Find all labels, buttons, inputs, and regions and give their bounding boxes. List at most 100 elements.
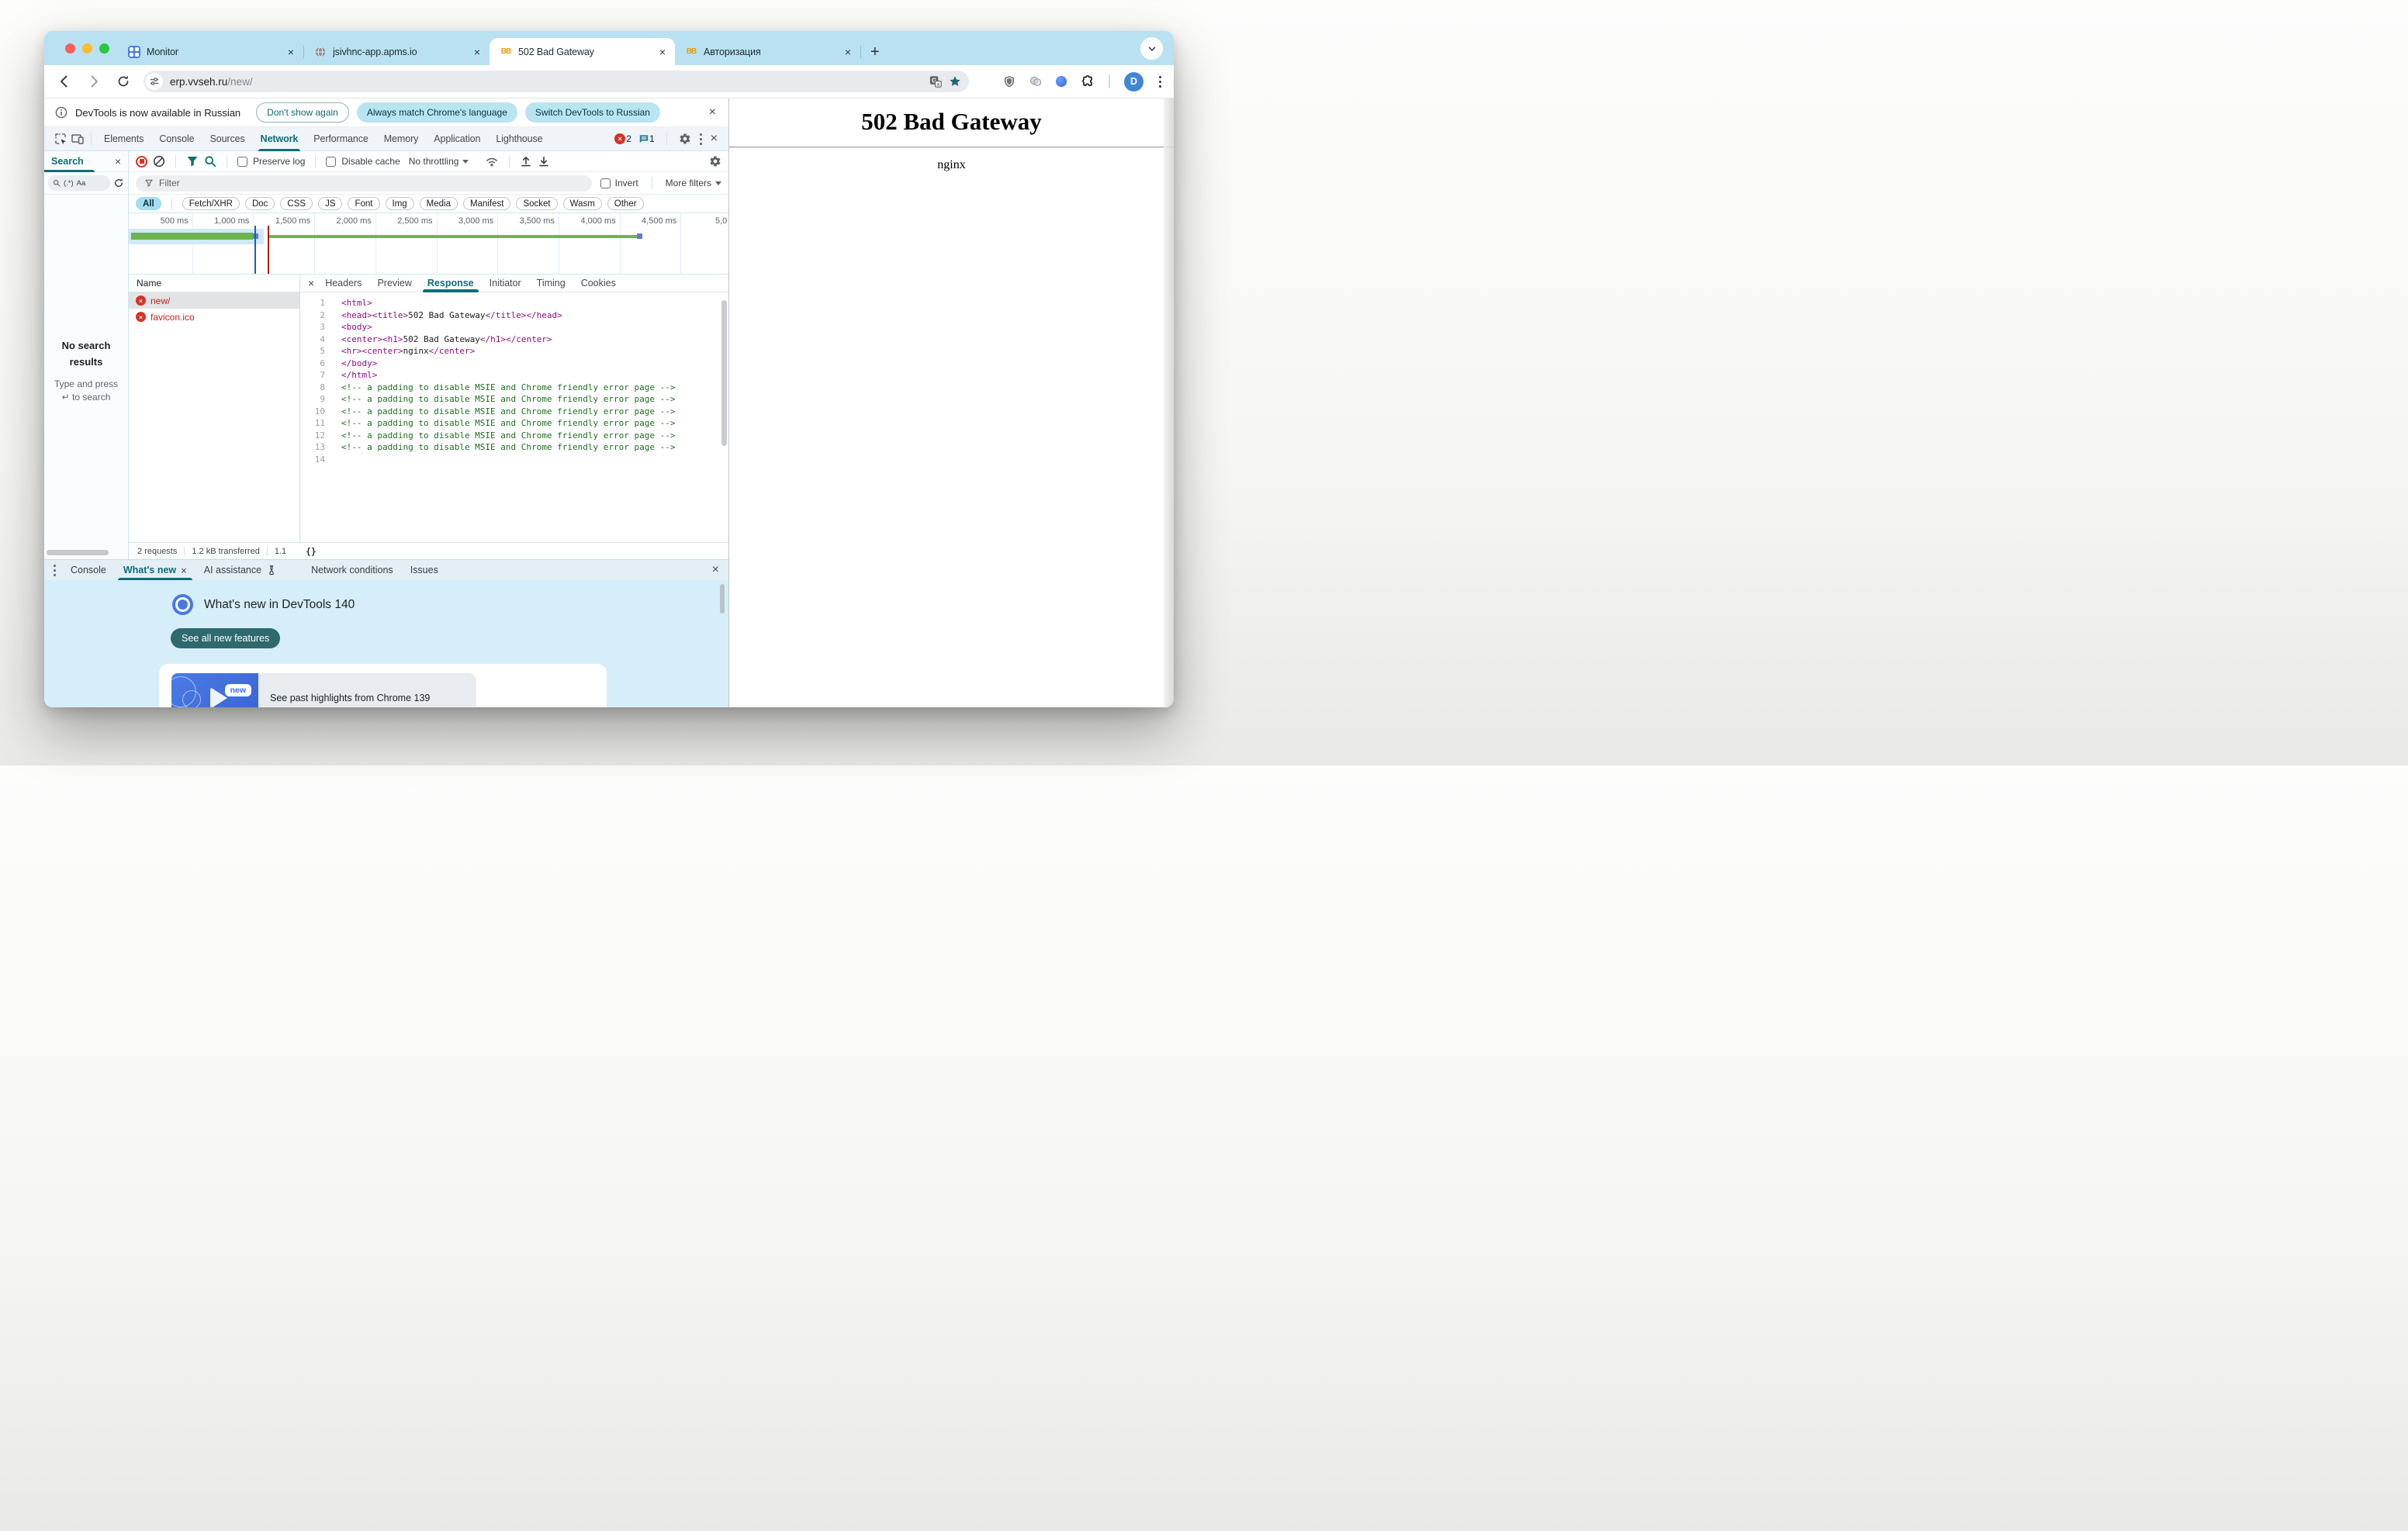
tab-headers[interactable]: Headers [317, 275, 369, 292]
address-bar[interactable]: erp.vvseh.ru/new/ [144, 71, 969, 92]
drawer-close-icon[interactable]: × [712, 564, 719, 576]
shield-extension-icon[interactable] [1003, 75, 1015, 88]
match-language-button[interactable]: Always match Chrome's language [357, 102, 517, 123]
export-har-icon[interactable] [538, 155, 550, 168]
back-button[interactable] [55, 72, 74, 91]
tab-close-icon[interactable]: × [842, 46, 854, 58]
devtools-tab-lighthouse[interactable]: Lighthouse [488, 127, 550, 151]
invert-checkbox[interactable] [600, 178, 611, 188]
highlight-link[interactable]: See past highlights from Chrome 139 [270, 693, 430, 703]
browser-tab-3[interactable]: ВВАвторизация× [675, 38, 860, 65]
clear-network-log-icon[interactable] [153, 155, 165, 168]
filter-chip-img[interactable]: Img [386, 197, 414, 210]
filter-chip-socket[interactable]: Socket [516, 197, 557, 210]
search-tab[interactable]: Search [51, 151, 84, 172]
devtools-tab-performance[interactable]: Performance [306, 127, 375, 151]
browser-tab-1[interactable]: jsivhnc-app.apms.io× [304, 38, 490, 65]
match-case-toggle[interactable]: Aa [77, 179, 86, 188]
devtools-tab-sources[interactable]: Sources [202, 127, 252, 151]
video-thumbnail[interactable]: new [171, 673, 258, 707]
filter-chip-css[interactable]: CSS [280, 197, 313, 210]
drawer-tab-network-conditions[interactable]: Network conditions [303, 560, 402, 580]
waterfall-bar[interactable] [268, 235, 637, 238]
bookmark-star-icon[interactable] [949, 75, 961, 88]
settings-gear-icon[interactable] [679, 133, 691, 145]
window-minimize-button[interactable] [82, 43, 92, 54]
reload-button[interactable] [114, 72, 133, 91]
waterfall-bar[interactable] [131, 233, 253, 240]
devtools-menu-button[interactable] [698, 132, 704, 147]
highlight-card[interactable]: new See past highlights from Chrome 139 [159, 664, 607, 707]
forward-button[interactable] [85, 72, 103, 91]
response-source-viewer[interactable]: 1<html>2<head><title>502 Bad Gateway</ti… [300, 292, 728, 542]
name-column-header[interactable]: Name [129, 275, 299, 292]
devtools-tab-console[interactable]: Console [151, 127, 202, 151]
filter-chip-other[interactable]: Other [607, 197, 644, 210]
switch-to-russian-button[interactable]: Switch DevTools to Russian [525, 102, 660, 123]
filter-chip-all[interactable]: All [136, 197, 161, 210]
filter-chip-manifest[interactable]: Manifest [463, 197, 510, 210]
inspect-element-button[interactable] [52, 130, 69, 147]
request-row[interactable]: × favicon.ico [129, 309, 299, 325]
filter-chip-doc[interactable]: Doc [245, 197, 275, 210]
infobar-close-icon[interactable]: × [709, 106, 716, 119]
drawer-tab-whats-new[interactable]: What's new × [115, 560, 195, 580]
translate-icon[interactable] [929, 75, 942, 88]
tab-close-icon[interactable]: × [471, 46, 483, 58]
drawer-menu-button[interactable] [52, 563, 57, 578]
disable-cache-checkbox[interactable] [326, 157, 336, 167]
devtools-close-icon[interactable]: × [711, 133, 718, 145]
details-close-icon[interactable]: × [308, 278, 314, 289]
browser-menu-button[interactable] [1157, 74, 1163, 89]
drawer-scrollbar[interactable] [720, 584, 725, 613]
network-overview-timeline[interactable]: 500 ms1,000 ms1,500 ms2,000 ms2,500 ms3,… [129, 213, 728, 275]
preserve-log-checkbox[interactable] [237, 157, 247, 167]
filter-chip-wasm[interactable]: Wasm [563, 197, 602, 210]
import-har-icon[interactable] [520, 155, 532, 168]
window-close-button[interactable] [65, 43, 75, 54]
request-row[interactable]: × new/ [129, 292, 299, 309]
tab-search-button[interactable] [1140, 37, 1163, 60]
tab-close-icon[interactable]: × [656, 46, 669, 58]
tab-timing[interactable]: Timing [529, 275, 573, 292]
search-close-icon[interactable]: × [115, 156, 121, 167]
horizontal-scrollbar[interactable] [47, 550, 109, 555]
devtools-tab-memory[interactable]: Memory [376, 127, 427, 151]
format-button[interactable]: {} [306, 546, 317, 557]
regex-toggle[interactable]: (.*) [64, 179, 74, 188]
record-network-log-button[interactable] [136, 156, 147, 168]
search-input[interactable]: (.*) Aa [48, 175, 110, 191]
filter-funnel-icon[interactable] [186, 155, 199, 168]
filter-chip-media[interactable]: Media [420, 197, 458, 210]
devtools-tab-elements[interactable]: Elements [96, 127, 151, 151]
profile-avatar[interactable]: D [1124, 72, 1143, 92]
browser-tab-0[interactable]: Monitor× [118, 38, 303, 65]
new-tab-button[interactable]: + [870, 44, 880, 60]
site-info-button[interactable] [146, 73, 163, 90]
network-search-icon[interactable] [204, 155, 216, 168]
error-count-badge[interactable]: × 2 [614, 133, 631, 144]
drawer-tab-network-conditions[interactable] [285, 560, 303, 580]
filter-input[interactable]: Filter [136, 175, 592, 192]
blue-dot-extension-icon[interactable] [1056, 76, 1067, 87]
filter-chip-fetchxhr[interactable]: Fetch/XHR [182, 197, 240, 210]
window-zoom-button[interactable] [99, 43, 109, 54]
vertical-scrollbar[interactable] [721, 300, 727, 446]
network-settings-gear-icon[interactable] [709, 155, 721, 168]
drawer-tab-issues[interactable]: Issues [402, 560, 447, 580]
network-conditions-icon[interactable] [485, 154, 499, 168]
tab-cookies[interactable]: Cookies [573, 275, 624, 292]
drawer-tab-ai-assistance[interactable]: AI assistance [195, 560, 285, 580]
devtools-tab-application[interactable]: Application [426, 127, 488, 151]
throttling-select[interactable]: No throttling [409, 156, 469, 167]
issues-badge[interactable]: 1 [638, 133, 655, 144]
more-filters-button[interactable]: More filters [666, 178, 721, 188]
tab-initiator[interactable]: Initiator [482, 275, 529, 292]
invert-filter[interactable]: Invert [600, 178, 638, 188]
tab-response[interactable]: Response [420, 275, 482, 292]
tab-preview[interactable]: Preview [369, 275, 419, 292]
drawer-tab-close-icon[interactable]: × [181, 565, 187, 576]
extensions-puzzle-icon[interactable] [1081, 74, 1095, 88]
filter-chip-js[interactable]: JS [318, 197, 342, 210]
filter-chip-font[interactable]: Font [348, 197, 379, 210]
